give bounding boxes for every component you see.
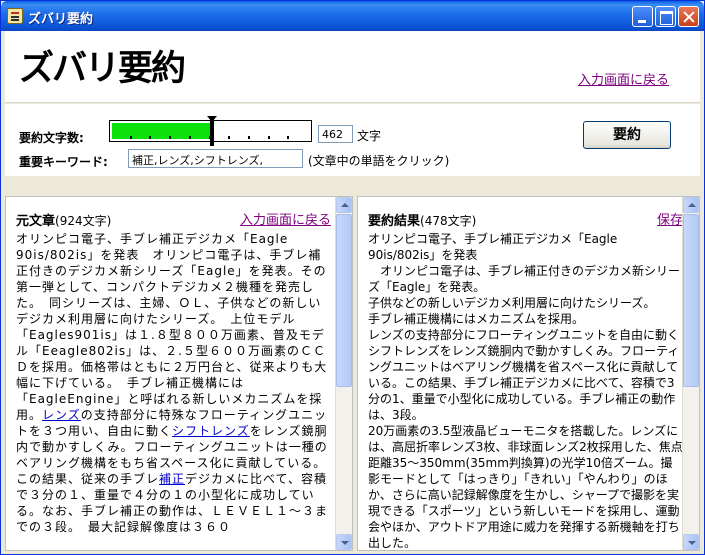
- slider-thumb[interactable]: [207, 116, 217, 146]
- keyword-link[interactable]: レンズ: [42, 408, 81, 422]
- scroll-down-button[interactable]: [683, 534, 699, 550]
- source-title: 元文章: [16, 214, 56, 229]
- slider-tick: [287, 136, 289, 139]
- scroll-thumb[interactable]: [683, 214, 699, 387]
- source-scrollbar[interactable]: [335, 197, 352, 550]
- summary-char-count: (478文字): [420, 214, 477, 228]
- summary-title: 要約結果: [368, 214, 421, 229]
- slider-tick: [248, 136, 250, 139]
- close-button[interactable]: [678, 6, 699, 27]
- header: ズバリ要約 入力画面に戻る: [5, 31, 700, 103]
- keyword-link[interactable]: 補正: [159, 472, 185, 486]
- minimize-button[interactable]: [632, 6, 653, 27]
- app-window: ズバリ要約 ズバリ要約 入力画面に戻る 要約文字数: 462 文字 要約 重要キ…: [0, 0, 705, 555]
- summary-length-unit: 文字: [357, 129, 382, 143]
- divider: [5, 177, 700, 196]
- summary-scrollbar[interactable]: [682, 197, 699, 550]
- slider-tick: [169, 136, 171, 139]
- logo: ズバリ要約: [19, 49, 186, 89]
- back-to-input-link[interactable]: 入力画面に戻る: [578, 69, 669, 88]
- controls-panel: 要約文字数: 462 文字 要約 重要キーワード: 補正,レンズ,シフトレンズ,…: [5, 104, 700, 176]
- summarize-button[interactable]: 要約: [583, 121, 671, 149]
- slider-tick: [189, 136, 191, 139]
- summary-length-slider[interactable]: [109, 116, 312, 146]
- summary-length-input[interactable]: 462: [318, 125, 353, 143]
- save-link[interactable]: 保存: [657, 213, 683, 229]
- slider-tick: [209, 136, 211, 139]
- title-bar[interactable]: ズバリ要約: [1, 1, 704, 31]
- scroll-down-button[interactable]: [336, 534, 352, 550]
- slider-tick: [149, 136, 151, 139]
- keyword-input[interactable]: 補正,レンズ,シフトレンズ,: [128, 149, 303, 168]
- summary-panel: 要約結果(478文字) 保存 オリンピコ電子、手ブレ補正デジカメ「Eagle 9…: [357, 196, 700, 551]
- source-text: オリンピコ電子、手ブレ補正デジカメ「Eagle 90is/802is」を発表 オ…: [16, 232, 329, 534]
- app-icon: [7, 8, 23, 24]
- scroll-up-button[interactable]: [683, 197, 699, 213]
- keyword-hint: (文章中の単語をクリック): [308, 154, 450, 168]
- window-title: ズバリ要約: [28, 12, 94, 27]
- keyword-link[interactable]: シフトレンズ: [172, 424, 250, 438]
- scroll-thumb[interactable]: [336, 214, 352, 387]
- source-char-count: (924文字): [55, 214, 112, 228]
- summary-text: オリンピコ電子、手ブレ補正デジカメ「Eagle 90is/802is」を発表 オ…: [368, 232, 683, 550]
- summary-length-label: 要約文字数:: [19, 131, 84, 145]
- scroll-up-button[interactable]: [336, 197, 352, 213]
- maximize-button[interactable]: [655, 6, 676, 27]
- slider-fill: [112, 123, 212, 139]
- slider-tick: [130, 136, 132, 139]
- source-back-link[interactable]: 入力画面に戻る: [240, 213, 331, 229]
- keyword-label: 重要キーワード:: [19, 155, 108, 169]
- slider-tick: [268, 136, 270, 139]
- source-text-panel: 元文章(924文字) 入力画面に戻る オリンピコ電子、手ブレ補正デジカメ「Eag…: [5, 196, 353, 551]
- slider-tick: [228, 136, 230, 139]
